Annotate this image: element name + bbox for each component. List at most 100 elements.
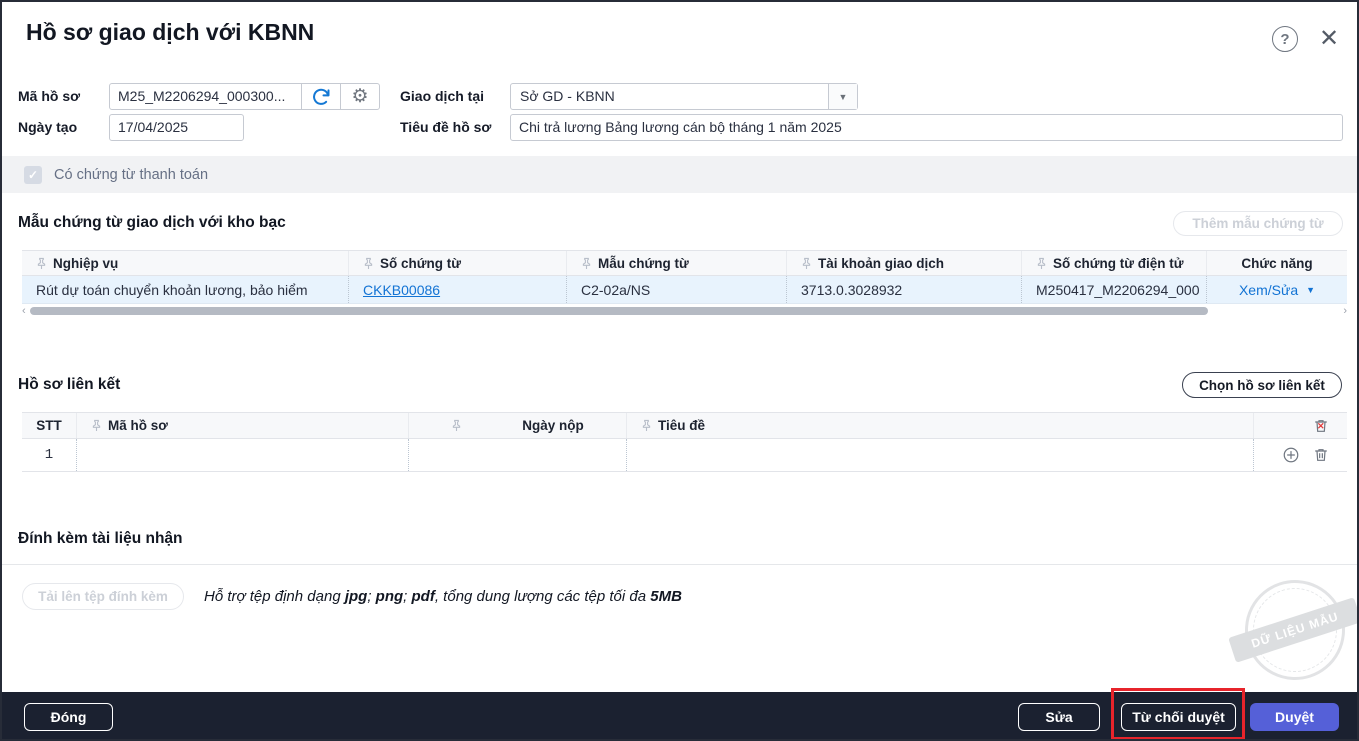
voucher-number-link[interactable]: CKKB00086 [363, 282, 440, 298]
ma-ho-so-field-group: M25_M2206294_000300... ⚙ [109, 83, 380, 110]
attachment-section-title: Đính kèm tài liệu nhận [18, 530, 183, 548]
cell-ma-ho-so[interactable] [77, 439, 409, 471]
col-label: Chức năng [1241, 256, 1312, 271]
pin-icon [581, 257, 592, 270]
col-label: Số chứng từ điện tử [1053, 256, 1184, 271]
hint-text: , tổng dung lượng các tệp tối đa [435, 588, 650, 605]
approve-button[interactable]: Duyệt [1250, 703, 1339, 731]
linked-table-row[interactable]: 1 [22, 439, 1347, 472]
col-header-actions: ✕ [1254, 413, 1347, 438]
pin-icon [36, 257, 47, 270]
hint-ext-png: png [376, 588, 404, 605]
footer-bar: Đóng Sửa Từ chối duyệt Duyệt [2, 692, 1357, 739]
attachment-hint: Hỗ trợ tệp định dạng jpg; png; pdf, tổng… [204, 588, 682, 605]
cell-chuc-nang: Xem/Sửa ▼ [1207, 276, 1347, 303]
col-label: Nghiệp vụ [53, 256, 118, 271]
col-header-nghiep-vu[interactable]: Nghiệp vụ [22, 251, 349, 275]
choose-linked-dossier-button[interactable]: Chọn hồ sơ liên kết [1182, 372, 1342, 398]
col-header-stt[interactable]: STT [22, 413, 77, 438]
cell-so-ct-dien-tu: M250417_M2206294_000 [1022, 276, 1207, 303]
hint-ext-jpg: jpg [345, 588, 368, 605]
hint-sep: ; [403, 588, 411, 605]
linked-section-title: Hồ sơ liên kết [18, 376, 120, 394]
col-label: Tài khoản giao dịch [818, 256, 944, 271]
transaction-dossier-dialog: Hồ sơ giao dịch với KBNN ? ✕ Mã hồ sơ M2… [0, 0, 1359, 741]
voucher-table: Nghiệp vụ Số chứng từ Mẫu chứng từ Tài k… [22, 250, 1347, 304]
edit-button[interactable]: Sửa [1018, 703, 1100, 731]
voucher-table-row[interactable]: Rút dự toán chuyển khoản lương, bảo hiểm… [22, 276, 1347, 304]
ngay-tao-input[interactable]: 17/04/2025 [109, 114, 244, 141]
payment-voucher-checkbox[interactable]: ✓ [24, 166, 42, 184]
gear-icon: ⚙ [351, 85, 368, 108]
help-icon[interactable]: ? [1272, 26, 1298, 52]
linked-table-header: STT Mã hồ sơ Ngày nộp Tiêu đề ✕ [22, 412, 1347, 439]
pin-icon [451, 419, 462, 432]
ma-ho-so-input[interactable]: M25_M2206294_000300... [110, 84, 302, 109]
refresh-button[interactable] [302, 84, 341, 109]
col-label: Mã hồ sơ [108, 418, 168, 433]
chevron-down-icon: ▼ [828, 84, 857, 109]
col-header-so-ct-dien-tu[interactable]: Số chứng từ điện tử [1022, 251, 1207, 275]
payment-voucher-band: ✓ Có chứng từ thanh toán [2, 156, 1357, 193]
close-icon[interactable]: ✕ [1315, 24, 1343, 52]
hint-sep: ; [367, 588, 375, 605]
refresh-icon [311, 87, 331, 107]
giao-dich-tai-value: Sở GD - KBNN [511, 84, 828, 109]
cell-so-chung-tu: CKKB00086 [349, 276, 567, 303]
cell-tai-khoan: 3713.0.3028932 [787, 276, 1022, 303]
check-icon: ✓ [28, 168, 38, 182]
col-header-so-chung-tu[interactable]: Số chứng từ [349, 251, 567, 275]
trash-icon [1313, 447, 1329, 463]
hint-size-limit: 5MB [650, 588, 682, 605]
cell-stt: 1 [22, 439, 77, 471]
cell-actions [1254, 439, 1347, 471]
col-label: Ngày nộp [522, 418, 584, 433]
add-row-button[interactable] [1282, 446, 1300, 464]
col-header-tieu-de[interactable]: Tiêu đề [627, 413, 1254, 438]
divider [2, 564, 1357, 565]
col-label: Số chứng từ [380, 256, 461, 271]
pin-icon [91, 419, 102, 432]
cell-ngay-nop[interactable] [409, 439, 627, 471]
delete-row-button[interactable] [1313, 447, 1329, 463]
scroll-left-icon[interactable]: ‹ [22, 305, 26, 317]
voucher-table-scrollbar[interactable]: ‹ › [22, 306, 1347, 318]
plus-circle-icon [1282, 446, 1300, 464]
giao-dich-tai-select[interactable]: Sở GD - KBNN ▼ [510, 83, 858, 110]
payment-voucher-label: Có chứng từ thanh toán [54, 167, 208, 183]
voucher-table-header: Nghiệp vụ Số chứng từ Mẫu chứng từ Tài k… [22, 250, 1347, 276]
col-label: Tiêu đề [658, 418, 705, 433]
hint-ext-pdf: pdf [412, 588, 435, 605]
cell-mau-chung-tu: C2-02a/NS [567, 276, 787, 303]
pin-icon [801, 257, 812, 270]
col-header-mau-chung-tu[interactable]: Mẫu chứng từ [567, 251, 787, 275]
linked-table: STT Mã hồ sơ Ngày nộp Tiêu đề ✕ [22, 412, 1347, 472]
col-header-ngay-nop[interactable]: Ngày nộp [409, 413, 627, 438]
add-voucher-button[interactable]: Thêm mẫu chứng từ [1173, 211, 1343, 236]
col-label: Mẫu chứng từ [598, 256, 689, 271]
cell-nghiep-vu: Rút dự toán chuyển khoản lương, bảo hiểm [22, 276, 349, 303]
upload-attachment-button[interactable]: Tải lên tệp đính kèm [22, 583, 184, 610]
scrollbar-thumb[interactable] [30, 307, 1208, 315]
col-header-chuc-nang[interactable]: Chức năng [1207, 251, 1347, 275]
hint-text: Hỗ trợ tệp định dạng [204, 588, 345, 605]
col-header-ma-ho-so[interactable]: Mã hồ sơ [77, 413, 409, 438]
reject-approval-button[interactable]: Từ chối duyệt [1121, 703, 1236, 731]
tieu-de-label: Tiêu đề hồ sơ [400, 114, 491, 141]
col-label: STT [36, 418, 62, 433]
ma-ho-so-label: Mã hồ sơ [18, 83, 80, 110]
close-button[interactable]: Đóng [24, 703, 113, 731]
chevron-down-icon[interactable]: ▼ [1306, 285, 1315, 295]
delete-all-button[interactable]: ✕ [1313, 418, 1329, 434]
giao-dich-tai-label: Giao dịch tại [400, 83, 484, 110]
page-title: Hồ sơ giao dịch với KBNN [26, 19, 314, 46]
settings-button[interactable]: ⚙ [341, 84, 379, 109]
voucher-section-title: Mẫu chứng từ giao dịch với kho bạc [18, 214, 286, 232]
scroll-right-icon[interactable]: › [1343, 305, 1347, 317]
sample-data-stamp: DỮ LIỆU MẪU [1232, 567, 1358, 693]
col-header-tai-khoan[interactable]: Tài khoản giao dịch [787, 251, 1022, 275]
view-edit-action[interactable]: Xem/Sửa [1239, 282, 1298, 298]
pin-icon [1036, 257, 1047, 270]
tieu-de-input[interactable]: Chi trả lương Bảng lương cán bộ tháng 1 … [510, 114, 1343, 141]
cell-tieu-de[interactable] [627, 439, 1254, 471]
